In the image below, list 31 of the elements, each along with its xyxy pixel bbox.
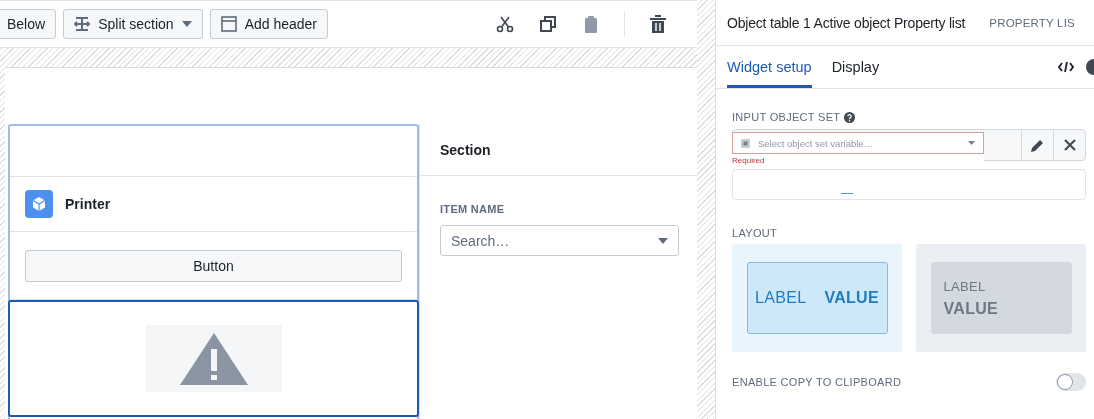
tab[interactable]: Widget setup bbox=[727, 49, 812, 88]
selected-widget[interactable] bbox=[8, 300, 419, 417]
error-text: Required bbox=[732, 156, 766, 165]
widget-button[interactable]: Button bbox=[25, 249, 402, 282]
help-icon[interactable] bbox=[844, 111, 856, 123]
caret-icon bbox=[968, 141, 975, 145]
field-label: ITEM NAME bbox=[440, 203, 506, 215]
close-icon bbox=[1063, 139, 1076, 151]
scissors-icon[interactable] bbox=[496, 15, 514, 32]
search-select[interactable]: Search… bbox=[440, 225, 679, 256]
caret-icon bbox=[181, 21, 192, 27]
field-label: INPUT OBJECT SET bbox=[732, 111, 841, 123]
toolbar-button[interactable]: Add header bbox=[209, 9, 329, 39]
toggle-label: ENABLE COPY TO CLIPBOARD bbox=[732, 376, 902, 388]
object-title: Printer bbox=[65, 196, 111, 212]
copy-icon[interactable] bbox=[540, 15, 556, 32]
pencil-icon bbox=[1030, 137, 1045, 153]
widget-type-label: PROPERTY LIS bbox=[989, 16, 1075, 29]
section-label: LAYOUT bbox=[732, 227, 777, 239]
tab[interactable]: Display bbox=[831, 49, 880, 88]
toggle-switch[interactable] bbox=[1056, 373, 1086, 391]
code-icon[interactable] bbox=[1058, 61, 1074, 73]
caret-icon bbox=[658, 237, 668, 244]
toolbar-button[interactable]: Split section bbox=[63, 9, 203, 39]
section-title: Section bbox=[440, 141, 491, 158]
panel-title: Object table 1 Active object Property list bbox=[727, 14, 966, 31]
toolbar-button[interactable]: Below bbox=[0, 9, 57, 39]
layout-icon bbox=[220, 16, 237, 32]
text-field[interactable] bbox=[732, 169, 1086, 200]
split-icon bbox=[74, 16, 91, 32]
trash-icon[interactable] bbox=[650, 14, 666, 33]
